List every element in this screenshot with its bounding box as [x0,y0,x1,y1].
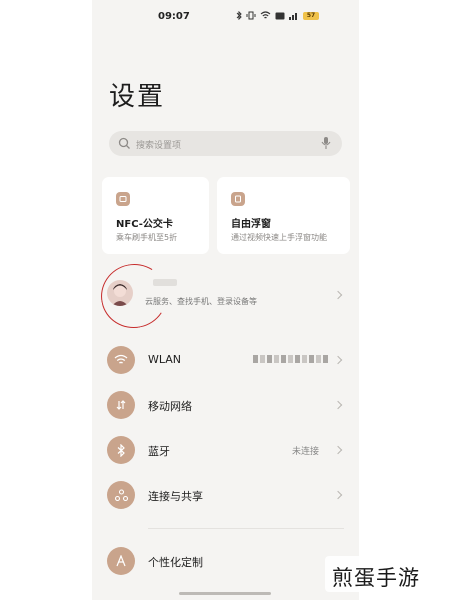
section-divider [148,528,344,529]
chevron-right-icon [333,290,343,300]
chevron-right-icon [333,400,343,410]
mobile-network-icon [107,391,135,419]
status-time: 09:07 [158,11,190,22]
floating-window-subtitle: 通过视频快速上手浮窗功能 [231,233,327,242]
settings-item-connection-sharing[interactable]: 连接与共享 [92,475,359,515]
hd-icon [275,12,285,19]
settings-item-label: 个性化定制 [148,556,203,569]
chevron-right-icon [333,445,343,455]
bluetooth-icon [236,11,242,20]
search-bar[interactable]: 搜索设置项 [109,131,342,156]
settings-item-label: 移动网络 [148,400,192,413]
account-name-blurred [153,279,177,286]
account-subtitle: 云服务、查找手机、登录设备等 [145,297,257,306]
search-icon [118,137,130,149]
settings-item-wlan[interactable]: WLAN [92,340,359,380]
personalization-icon [107,547,135,575]
settings-item-label: WLAN [148,353,182,366]
wifi-icon [260,11,271,19]
chevron-right-icon [333,355,343,365]
bluetooth-status: 未连接 [292,447,320,457]
nfc-card-title: NFC-公交卡 [116,219,173,230]
wlan-icon [107,346,135,374]
wlan-ssid-blurred [253,355,328,363]
phone-screen: 09:07 57 设置 搜索设置项 NFC-公交卡 乘车刷手机至5折 自由浮窗 … [92,0,359,600]
search-input[interactable]: 搜索设置项 [136,138,181,151]
settings-item-bluetooth[interactable]: 蓝牙 未连接 [92,430,359,470]
status-bar: 09:07 57 [92,9,359,25]
bluetooth-icon [107,436,135,464]
nfc-card-subtitle: 乘车刷手机至5折 [116,233,178,242]
settings-item-label: 连接与共享 [148,490,203,503]
settings-item-personalization[interactable]: 个性化定制 [92,541,359,581]
connection-sharing-icon [107,481,135,509]
battery-indicator: 57 [303,11,319,20]
settings-item-label: 蓝牙 [148,445,170,458]
microphone-icon[interactable] [320,136,332,150]
page-title: 设置 [109,82,166,112]
status-icons: 57 [236,11,319,20]
chevron-right-icon [333,490,343,500]
signal-icon [289,13,297,20]
watermark: 煎蛋手游 [332,566,420,590]
nfc-card-icon [116,192,130,206]
settings-item-mobile-network[interactable]: 移动网络 [92,385,359,425]
vibrate-icon [246,11,256,20]
floating-window-card[interactable]: 自由浮窗 通过视频快速上手浮窗功能 [217,177,350,254]
nfc-card[interactable]: NFC-公交卡 乘车刷手机至5折 [102,177,209,254]
floating-window-title: 自由浮窗 [231,219,271,230]
floating-window-icon [231,192,245,206]
home-indicator[interactable] [179,592,271,595]
account-row[interactable]: 云服务、查找手机、登录设备等 [92,257,359,335]
